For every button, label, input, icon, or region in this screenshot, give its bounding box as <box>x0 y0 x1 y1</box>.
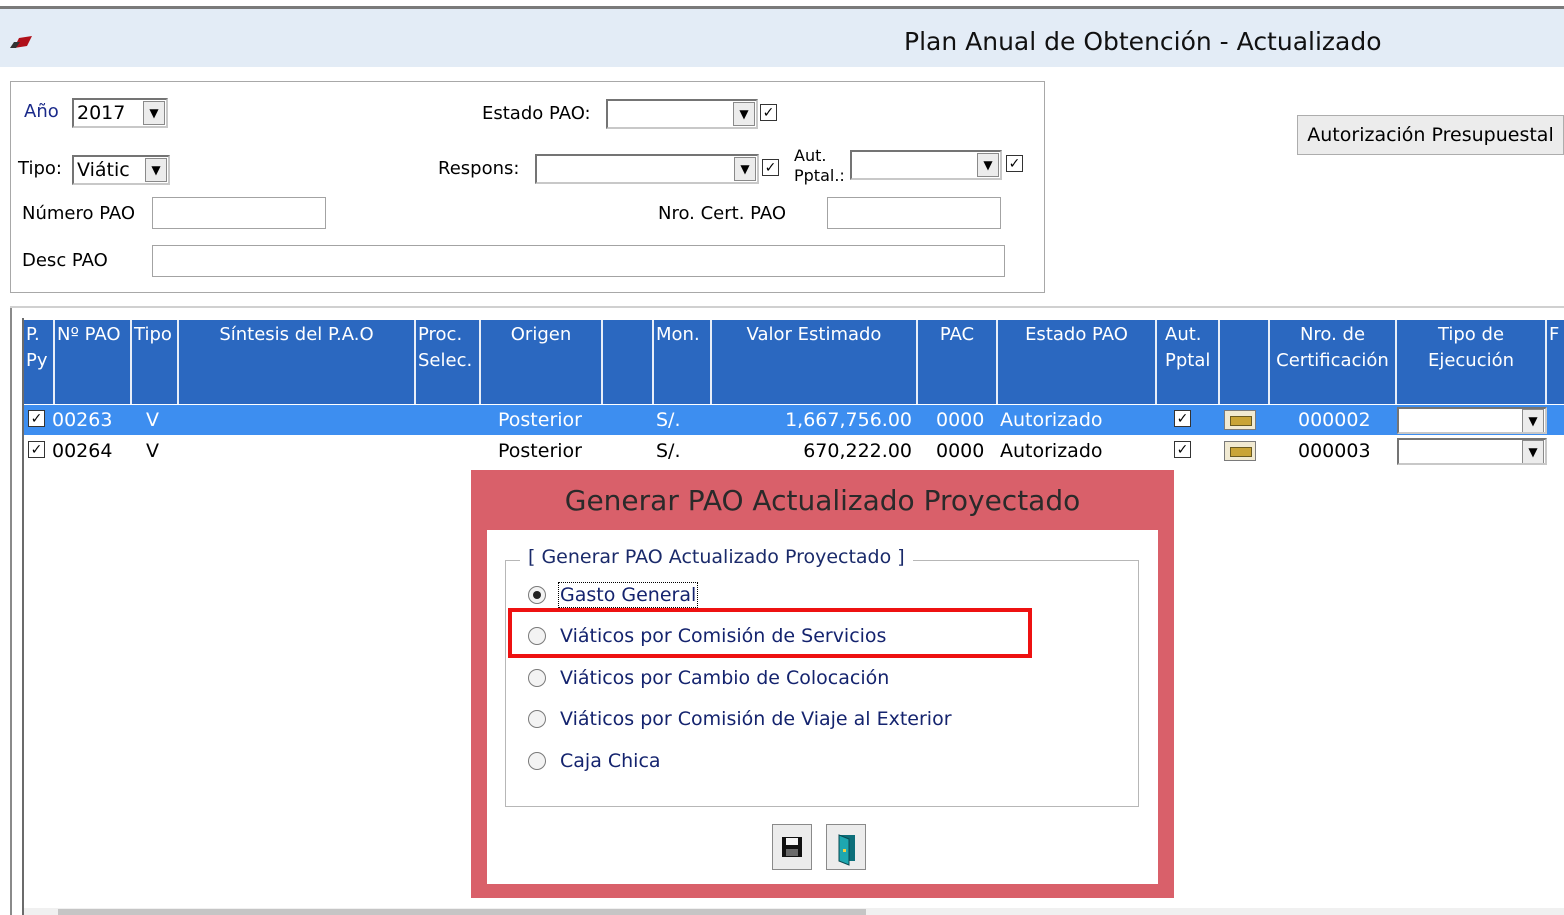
row-origen: Posterior <box>498 409 582 431</box>
col-header-valor[interactable]: Valor Estimado <box>712 320 918 404</box>
anio-label: Año <box>24 101 59 122</box>
chevron-down-icon[interactable]: ▼ <box>145 158 167 182</box>
row-tipo-ejecucion-select[interactable]: ▼ <box>1397 438 1547 465</box>
col-header-origen[interactable]: Origen <box>481 320 603 404</box>
col-header-pac[interactable]: PAC <box>918 320 998 404</box>
row-valor: 670,222.00 <box>803 440 912 462</box>
exit-button[interactable] <box>826 824 866 870</box>
chevron-down-icon[interactable]: ▼ <box>143 101 165 125</box>
chevron-down-icon[interactable]: ▼ <box>733 102 755 126</box>
chevron-down-icon[interactable]: ▼ <box>977 153 999 177</box>
tipo-label: Tipo: <box>18 158 62 179</box>
aut-pptal-select[interactable]: ▼ <box>850 150 1002 180</box>
grid-frame <box>10 308 12 915</box>
aut-pptal-checkbox[interactable]: ✓ <box>1006 155 1023 172</box>
exit-door-icon <box>838 834 855 866</box>
option-group-label: [ Generar PAO Actualizado Proyectado ] <box>520 546 913 568</box>
col-header-num[interactable]: Nº PAO <box>55 320 132 404</box>
row-detail-icon[interactable] <box>1224 441 1256 461</box>
col-header-mon[interactable]: Mon. <box>654 320 712 404</box>
annotation-highlight-box <box>508 608 1032 658</box>
estado-pao-label: Estado PAO: <box>482 103 591 124</box>
row-aut-checkbox[interactable]: ✓ <box>1174 441 1191 458</box>
chevron-down-icon[interactable]: ▼ <box>1522 409 1544 432</box>
save-icon <box>782 837 802 857</box>
app-eraser-icon <box>10 36 32 48</box>
tipo-value: Viátic <box>77 159 130 181</box>
autorizacion-presupuestal-button[interactable]: Autorización Presupuestal <box>1297 115 1564 155</box>
estado-pao-checkbox[interactable]: ✓ <box>760 104 777 121</box>
row-valor: 1,667,756.00 <box>785 409 912 431</box>
row-pac: 0000 <box>936 409 985 431</box>
desc-pao-label: Desc PAO <box>22 250 108 271</box>
numero-pao-label: Número PAO <box>22 203 136 224</box>
option-label: Viáticos por Comisión de Viaje al Exteri… <box>560 708 952 730</box>
col-header-next[interactable]: F <box>1547 320 1564 404</box>
option-viaticos-cambio-colocacion[interactable]: Viáticos por Cambio de Colocación <box>528 664 889 692</box>
radio-icon[interactable] <box>528 669 546 687</box>
dialog-title: Generar PAO Actualizado Proyectado <box>564 484 1081 517</box>
row-cert: 000003 <box>1298 440 1371 462</box>
row-mon: S/. <box>656 440 681 462</box>
col-header-action[interactable] <box>1220 320 1270 404</box>
row-py-checkbox[interactable]: ✓ <box>28 410 45 427</box>
option-label: Viáticos por Cambio de Colocación <box>560 667 890 689</box>
option-label: Caja Chica <box>560 750 661 772</box>
col-header-proc-selec[interactable]: Proc. Selec. <box>416 320 481 404</box>
col-header-tipo-ejecucion[interactable]: Tipo de Ejecución <box>1397 320 1547 404</box>
option-caja-chica[interactable]: Caja Chica <box>528 747 661 775</box>
radio-selected-icon[interactable] <box>528 586 546 604</box>
row-num: 00264 <box>52 440 113 462</box>
row-origen: Posterior <box>498 440 582 462</box>
row-tipo: V <box>146 409 159 431</box>
row-estado: Autorizado <box>1000 409 1103 431</box>
save-button[interactable] <box>772 824 812 870</box>
row-estado: Autorizado <box>1000 440 1103 462</box>
option-viaticos-viaje-exterior[interactable]: Viáticos por Comisión de Viaje al Exteri… <box>528 705 952 733</box>
radio-icon[interactable] <box>528 710 546 728</box>
row-num: 00263 <box>52 409 113 431</box>
table-row[interactable]: ✓ 00264 V Posterior S/. 670,222.00 0000 … <box>24 436 1564 466</box>
anio-value: 2017 <box>77 102 126 124</box>
col-header-certificacion[interactable]: Nro. de Certificación <box>1270 320 1397 404</box>
col-header-sintesis[interactable]: Síntesis del P.A.O <box>179 320 416 404</box>
respons-select[interactable]: ▼ <box>535 154 759 184</box>
estado-pao-select[interactable]: ▼ <box>606 99 758 129</box>
numero-pao-input[interactable] <box>152 197 326 229</box>
aut-pptal-label-line1: Aut. <box>794 146 827 165</box>
row-mon: S/. <box>656 409 681 431</box>
tipo-select[interactable]: Viátic ▼ <box>72 155 170 185</box>
grid-divider <box>10 306 1564 308</box>
col-header-estado[interactable]: Estado PAO <box>998 320 1157 404</box>
nro-cert-input[interactable] <box>827 197 1001 229</box>
row-aut-checkbox[interactable]: ✓ <box>1174 410 1191 427</box>
anio-select[interactable]: 2017 ▼ <box>72 98 168 128</box>
window-title: Plan Anual de Obtención - Actualizado <box>904 27 1382 56</box>
col-header-py[interactable]: P. Py <box>24 320 55 404</box>
chevron-down-icon[interactable]: ▼ <box>1522 440 1544 463</box>
row-py-checkbox[interactable]: ✓ <box>28 441 45 458</box>
col-header-tipo[interactable]: Tipo <box>132 320 179 404</box>
col-header-aut-pptal[interactable]: Aut. Pptal <box>1157 320 1220 404</box>
row-cert: 000002 <box>1298 409 1371 431</box>
aut-pptal-label-line2: Pptal.: <box>794 166 845 185</box>
radio-icon[interactable] <box>528 752 546 770</box>
respons-label: Respons: <box>438 158 520 179</box>
row-detail-icon[interactable] <box>1224 410 1256 430</box>
desc-pao-input[interactable] <box>152 245 1005 277</box>
row-pac: 0000 <box>936 440 985 462</box>
option-gasto-general[interactable]: Gasto General <box>528 581 699 609</box>
row-tipo: V <box>146 440 159 462</box>
table-row[interactable]: ✓ 00263 V Posterior S/. 1,667,756.00 000… <box>24 405 1564 435</box>
option-label: Gasto General <box>557 582 699 608</box>
chevron-down-icon[interactable]: ▼ <box>734 157 756 181</box>
row-tipo-ejecucion-select[interactable]: ▼ <box>1397 407 1547 434</box>
horizontal-scrollbar-thumb[interactable] <box>58 909 866 915</box>
respons-checkbox[interactable]: ✓ <box>762 159 779 176</box>
col-header-blank[interactable] <box>603 320 654 404</box>
nro-cert-label: Nro. Cert. PAO <box>658 203 787 224</box>
